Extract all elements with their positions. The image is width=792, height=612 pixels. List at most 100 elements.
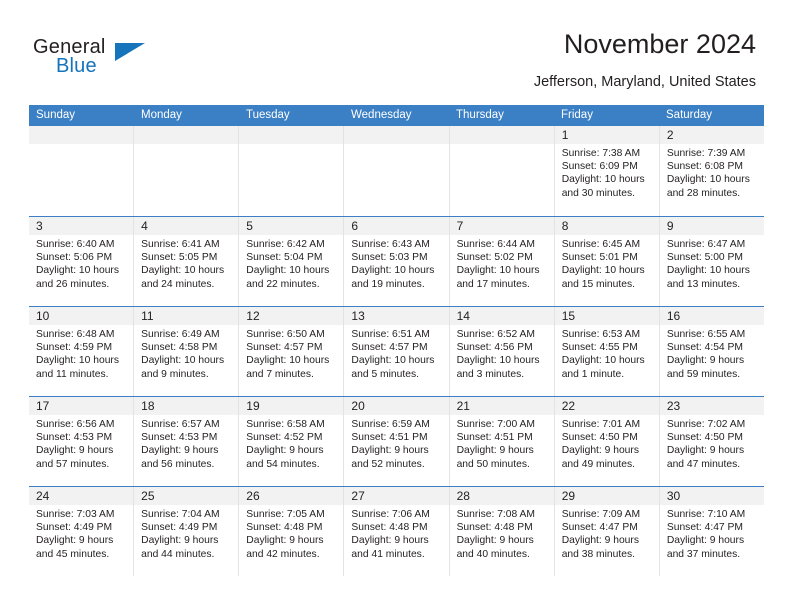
calendar-day-cell[interactable]: 20 Sunrise: 6:59 AM Sunset: 4:51 PM Dayligh… <box>343 397 449 486</box>
sunset-text: Sunset: 5:04 PM <box>246 252 323 264</box>
day-number: 22 <box>561 399 576 413</box>
daylight-text-line1: Daylight: 9 hours <box>141 445 219 457</box>
calendar-weeks: 1 Sunrise: 7:38 AM Sunset: 6:09 PM Daylight… <box>29 126 764 576</box>
daylight-text-line2: and 5 minutes. <box>351 368 419 380</box>
calendar-day-cell[interactable]: 14 Sunrise: 6:52 AM Sunset: 4:56 PM Dayligh… <box>448 307 554 396</box>
daylight-text-line1: Daylight: 10 hours <box>666 174 750 186</box>
calendar-day-cell[interactable]: 17 Sunrise: 6:56 AM Sunset: 4:53 PM Dayligh… <box>29 397 134 486</box>
calendar-day-cell[interactable]: 27 Sunrise: 7:06 AM Sunset: 4:48 PM Dayligh… <box>343 487 449 576</box>
daylight-text-line2: and 49 minutes. <box>561 458 635 470</box>
calendar-week-row: 3 Sunrise: 6:40 AM Sunset: 5:06 PM Daylight… <box>29 216 764 306</box>
day-number: 16 <box>666 309 681 323</box>
day-sun-info: Sunrise: 7:03 AM Sunset: 4:49 PM Daylight:… <box>29 505 133 561</box>
sunrise-text: Sunrise: 6:51 AM <box>351 329 430 340</box>
day-sun-info: Sunrise: 7:02 AM Sunset: 4:50 PM Daylight:… <box>660 415 764 471</box>
calendar-day-cell[interactable]: 1 Sunrise: 7:38 AM Sunset: 6:09 PM Daylight… <box>553 126 659 216</box>
day-number-band: 27 <box>344 487 449 505</box>
calendar-day-cell[interactable]: 28 Sunrise: 7:08 AM Sunset: 4:48 PM Dayligh… <box>448 487 554 576</box>
calendar-day-cell[interactable]: 25 Sunrise: 7:04 AM Sunset: 4:49 PM Dayligh… <box>133 487 239 576</box>
calendar-day-cell[interactable]: 21 Sunrise: 7:00 AM Sunset: 4:51 PM Dayligh… <box>448 397 554 486</box>
day-number-band <box>29 126 134 144</box>
calendar-day-cell[interactable]: 26 Sunrise: 7:05 AM Sunset: 4:48 PM Dayligh… <box>238 487 344 576</box>
day-number: 30 <box>666 489 681 503</box>
weekday-header-wednesday: Wednesday <box>351 109 412 121</box>
calendar-day-cell[interactable]: 3 Sunrise: 6:40 AM Sunset: 5:06 PM Daylight… <box>29 217 134 306</box>
calendar-day-cell[interactable]: 8 Sunrise: 6:45 AM Sunset: 5:01 PM Daylight… <box>553 217 659 306</box>
calendar-day-cell[interactable]: 6 Sunrise: 6:43 AM Sunset: 5:03 PM Daylight… <box>343 217 449 306</box>
daylight-text-line2: and 7 minutes. <box>246 368 314 380</box>
daylight-text-line1: Daylight: 10 hours <box>246 355 330 367</box>
calendar-day-cell[interactable]: 12 Sunrise: 6:50 AM Sunset: 4:57 PM Dayligh… <box>238 307 344 396</box>
day-number: 8 <box>561 219 569 233</box>
daylight-text-line2: and 38 minutes. <box>561 548 635 560</box>
sunset-text: Sunset: 5:06 PM <box>36 252 113 264</box>
calendar-day-cell[interactable]: 13 Sunrise: 6:51 AM Sunset: 4:57 PM Dayligh… <box>343 307 449 396</box>
sunrise-text: Sunrise: 6:55 AM <box>666 329 746 340</box>
day-number: 13 <box>351 309 365 323</box>
daylight-text-line2: and 1 minute. <box>561 368 625 380</box>
sunset-text: Sunset: 6:08 PM <box>666 161 743 173</box>
daylight-text-line1: Daylight: 10 hours <box>351 355 435 367</box>
day-number: 9 <box>666 219 674 233</box>
sunrise-text: Sunrise: 6:50 AM <box>246 329 325 340</box>
weekday-header-friday: Friday <box>561 109 593 121</box>
day-number: 27 <box>351 489 365 503</box>
calendar-day-cell[interactable]: 2 Sunrise: 7:39 AM Sunset: 6:08 PM Daylight… <box>658 126 764 216</box>
calendar-day-cell[interactable]: 23 Sunrise: 7:02 AM Sunset: 4:50 PM Dayligh… <box>658 397 764 486</box>
day-number-band: 3 <box>29 217 134 235</box>
day-number-band: 29 <box>554 487 659 505</box>
day-sun-info: Sunrise: 6:41 AM Sunset: 5:05 PM Daylight:… <box>134 235 238 291</box>
day-number: 14 <box>456 309 470 323</box>
sunrise-text: Sunrise: 7:03 AM <box>36 509 115 520</box>
calendar-day-cell[interactable]: 7 Sunrise: 6:44 AM Sunset: 5:02 PM Daylight… <box>448 217 554 306</box>
day-number-band: 4 <box>134 217 239 235</box>
daylight-text-line2: and 26 minutes. <box>36 278 110 290</box>
day-number-band: 25 <box>134 487 239 505</box>
day-sun-info: Sunrise: 6:42 AM Sunset: 5:04 PM Daylight:… <box>239 235 343 291</box>
daylight-text-line2: and 41 minutes. <box>351 548 425 560</box>
daylight-text-line1: Daylight: 9 hours <box>561 535 639 547</box>
daylight-text-line1: Daylight: 9 hours <box>36 445 114 457</box>
day-number: 18 <box>141 399 155 413</box>
daylight-text-line1: Daylight: 9 hours <box>246 535 324 547</box>
sunset-text: Sunset: 4:53 PM <box>36 432 113 444</box>
day-number-band: 14 <box>449 307 554 325</box>
calendar-day-cell[interactable]: 24 Sunrise: 7:03 AM Sunset: 4:49 PM Dayligh… <box>29 487 134 576</box>
logo-triangle-icon <box>115 43 145 61</box>
calendar-day-cell[interactable]: 9 Sunrise: 6:47 AM Sunset: 5:00 PM Daylight… <box>658 217 764 306</box>
daylight-text-line2: and 11 minutes. <box>36 368 109 380</box>
day-sun-info: Sunrise: 6:55 AM Sunset: 4:54 PM Daylight:… <box>660 325 764 381</box>
daylight-text-line1: Daylight: 10 hours <box>561 174 645 186</box>
calendar-day-cell[interactable]: 4 Sunrise: 6:41 AM Sunset: 5:05 PM Daylight… <box>133 217 239 306</box>
sunrise-text: Sunrise: 7:00 AM <box>456 419 535 430</box>
day-sun-info: Sunrise: 6:52 AM Sunset: 4:56 PM Daylight:… <box>450 325 554 381</box>
daylight-text-line1: Daylight: 9 hours <box>351 445 429 457</box>
day-number: 20 <box>351 399 365 413</box>
sunrise-text: Sunrise: 7:39 AM <box>666 148 746 159</box>
calendar-day-cell[interactable]: 29 Sunrise: 7:09 AM Sunset: 4:47 PM Dayligh… <box>553 487 659 576</box>
day-sun-info: Sunrise: 6:45 AM Sunset: 5:01 PM Daylight:… <box>555 235 659 291</box>
day-sun-info: Sunrise: 6:48 AM Sunset: 4:59 PM Daylight:… <box>29 325 133 381</box>
calendar-day-cell[interactable]: 30 Sunrise: 7:10 AM Sunset: 4:47 PM Dayligh… <box>658 487 764 576</box>
day-number: 24 <box>36 489 50 503</box>
day-number-band <box>134 126 239 144</box>
sunrise-text: Sunrise: 6:42 AM <box>246 239 325 250</box>
sunrise-text: Sunrise: 6:59 AM <box>351 419 430 430</box>
calendar-day-cell[interactable]: 16 Sunrise: 6:55 AM Sunset: 4:54 PM Dayligh… <box>658 307 764 396</box>
calendar-day-cell[interactable]: 22 Sunrise: 7:01 AM Sunset: 4:50 PM Dayligh… <box>553 397 659 486</box>
day-sun-info: Sunrise: 6:59 AM Sunset: 4:51 PM Daylight:… <box>344 415 448 471</box>
day-sun-info: Sunrise: 6:47 AM Sunset: 5:00 PM Daylight:… <box>660 235 764 291</box>
calendar-day-cell[interactable]: 18 Sunrise: 6:57 AM Sunset: 4:53 PM Dayligh… <box>133 397 239 486</box>
day-number-band: 11 <box>134 307 239 325</box>
sunrise-text: Sunrise: 6:52 AM <box>456 329 535 340</box>
calendar-day-cell[interactable]: 19 Sunrise: 6:58 AM Sunset: 4:52 PM Dayligh… <box>238 397 344 486</box>
daylight-text-line2: and 13 minutes. <box>666 278 741 290</box>
calendar-day-cell[interactable]: 15 Sunrise: 6:53 AM Sunset: 4:55 PM Dayligh… <box>553 307 659 396</box>
sunrise-text: Sunrise: 6:45 AM <box>561 239 641 250</box>
calendar-day-cell[interactable]: 11 Sunrise: 6:49 AM Sunset: 4:58 PM Dayligh… <box>133 307 239 396</box>
calendar-day-cell[interactable]: 10 Sunrise: 6:48 AM Sunset: 4:59 PM Dayligh… <box>29 307 134 396</box>
calendar-day-cell[interactable]: 5 Sunrise: 6:42 AM Sunset: 5:04 PM Daylight… <box>238 217 344 306</box>
daylight-text-line1: Daylight: 10 hours <box>456 355 540 367</box>
day-sun-info: Sunrise: 7:08 AM Sunset: 4:48 PM Daylight:… <box>450 505 554 561</box>
sunrise-text: Sunrise: 6:48 AM <box>36 329 115 340</box>
